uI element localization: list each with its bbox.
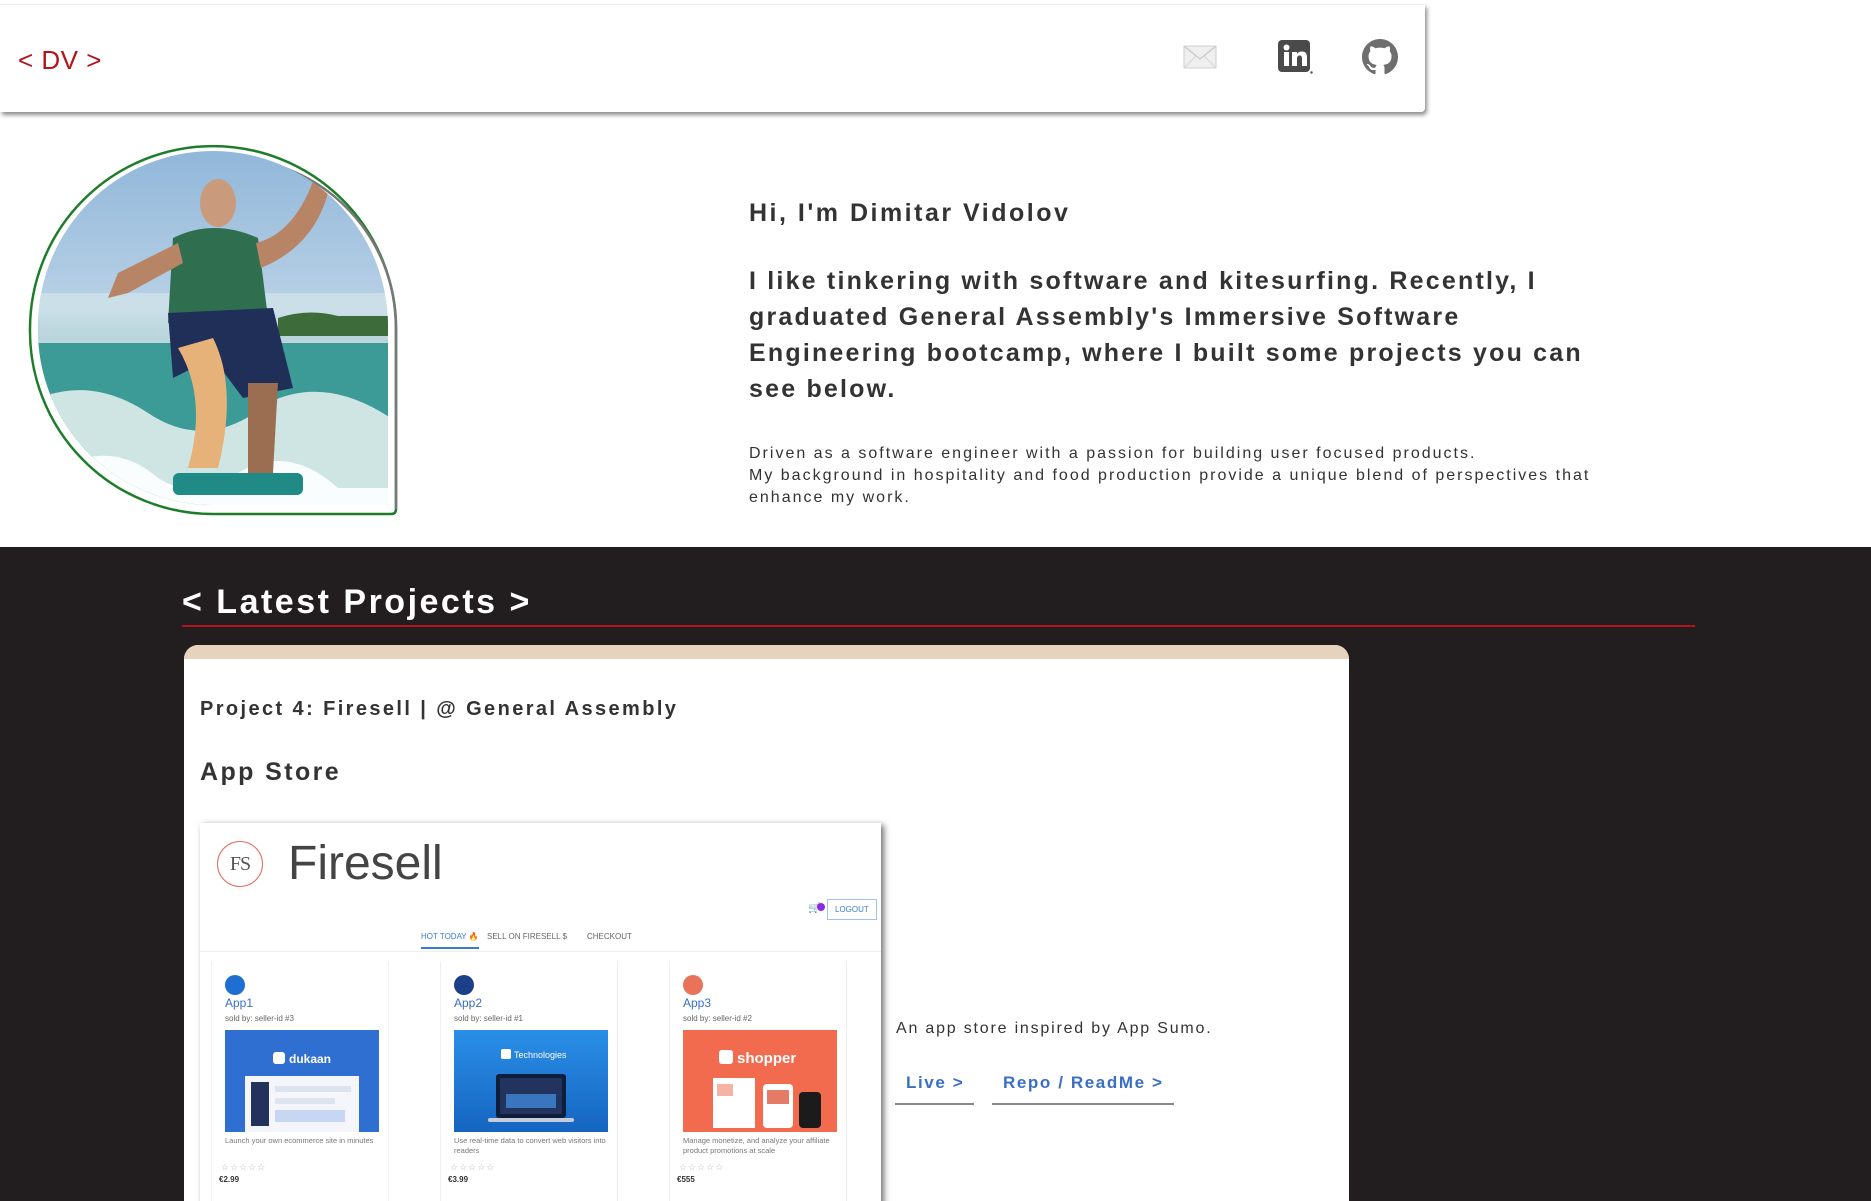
product-seller: sold by: seller-id #3 xyxy=(225,1014,294,1023)
product-image-label: shopper xyxy=(737,1050,796,1067)
firesell-brand: Firesell xyxy=(288,837,443,890)
project-description: An app store inspired by App Sumo. xyxy=(896,1020,1213,1037)
rating-stars: ☆☆☆☆☆ xyxy=(450,1162,496,1172)
seller-avatar xyxy=(225,975,245,995)
profile-photo xyxy=(28,143,398,516)
product-image: Technologies xyxy=(454,1030,608,1132)
project-title: Project 4: Firesell | @ General Assembly xyxy=(200,698,679,720)
live-link[interactable]: Live > xyxy=(895,1065,975,1105)
product-image: shopper xyxy=(683,1030,837,1132)
section-divider xyxy=(182,625,1695,627)
github-icon[interactable] xyxy=(1362,39,1398,75)
site-logo[interactable]: < DV > xyxy=(18,45,102,76)
product-description: Use real-time data to convert web visito… xyxy=(454,1136,606,1155)
logout-button: LOGOUT xyxy=(827,899,877,920)
intro-bio-line: Driven as a software engineer with a pas… xyxy=(749,445,1477,462)
mail-icon[interactable] xyxy=(1182,39,1218,75)
intro-lead: I like tinkering with software and kites… xyxy=(749,267,1583,403)
intro-section: Hi, I'm Dimitar Vidolov I like tinkering… xyxy=(749,198,1649,509)
product-name: App3 xyxy=(683,996,712,1010)
product-card: App1 sold by: seller-id #3 dukaan Launch xyxy=(211,961,389,1201)
card-header-strip xyxy=(184,645,1349,659)
project-screenshot: FS Firesell 🛒 LOGOUT HOT TODAY 🔥 SELL ON… xyxy=(200,823,881,1201)
intro-bio-line: My background in hospitality and food pr… xyxy=(749,467,1591,506)
tab-divider xyxy=(200,951,881,952)
repo-readme-link[interactable]: Repo / ReadMe > xyxy=(992,1065,1174,1105)
linkedin-icon[interactable] xyxy=(1277,39,1313,75)
project-card: Project 4: Firesell | @ General Assembly… xyxy=(184,645,1349,1201)
tab-hot-today: HOT TODAY 🔥 xyxy=(421,932,479,949)
product-seller: sold by: seller-id #2 xyxy=(683,1014,752,1023)
product-card: App2 sold by: seller-id #1 Technologies xyxy=(440,961,618,1201)
product-card: App3 sold by: seller-id #2 shopper Manag… xyxy=(669,961,847,1201)
rating-stars: ☆☆☆☆☆ xyxy=(679,1162,725,1172)
projects-section: < Latest Projects > Project 4: Firesell … xyxy=(0,547,1871,1201)
product-description: Manage monetize, and analyze your affili… xyxy=(683,1136,830,1155)
intro-greeting: Hi, I'm Dimitar Vidolov xyxy=(749,199,1071,227)
top-nav-bar: < DV > xyxy=(0,4,1425,112)
product-description: Launch your own ecommerce site in minute… xyxy=(225,1136,374,1145)
product-price: €2.99 xyxy=(219,1175,240,1184)
section-title: < Latest Projects > xyxy=(182,583,532,621)
seller-avatar xyxy=(683,975,703,995)
product-name: App2 xyxy=(454,996,483,1010)
intro-bio: Driven as a software engineer with a pas… xyxy=(749,443,1619,509)
seller-avatar xyxy=(454,975,474,995)
product-price: €3.99 xyxy=(448,1175,469,1184)
cart-badge xyxy=(817,903,826,911)
product-price: €555 xyxy=(677,1175,695,1184)
product-image: dukaan xyxy=(225,1030,379,1132)
firesell-logo-icon: FS xyxy=(217,841,263,887)
product-seller: sold by: seller-id #1 xyxy=(454,1014,523,1023)
product-name: App1 xyxy=(225,996,254,1010)
rating-stars: ☆☆☆☆☆ xyxy=(221,1162,267,1172)
tab-sell: SELL ON FIRESELL $ xyxy=(487,932,567,941)
product-image-label: dukaan xyxy=(289,1052,331,1066)
tab-checkout: CHECKOUT xyxy=(587,932,632,941)
product-image-label: Technologies xyxy=(514,1050,567,1060)
cart-icon: 🛒 xyxy=(808,903,826,914)
project-subtitle: App Store xyxy=(200,758,342,786)
